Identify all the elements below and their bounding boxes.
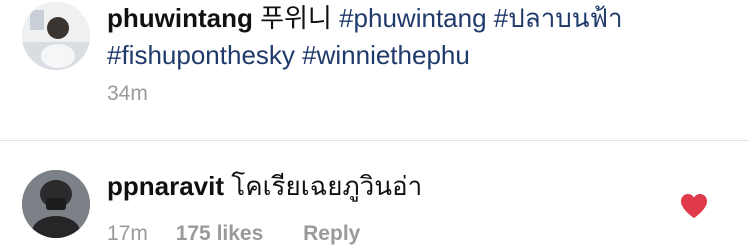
post-caption: phuwintang 푸위니 #phuwintang #ปลาบนฟ้า #fi…	[107, 0, 727, 74]
hashtag-link[interactable]: #ปลาบนฟ้า	[494, 3, 623, 33]
caption-text: 푸위니	[260, 3, 332, 33]
heart-icon[interactable]	[680, 193, 708, 219]
hashtag-link[interactable]: #phuwintang	[339, 3, 486, 33]
reply-button[interactable]: Reply	[303, 222, 360, 246]
hashtag-link[interactable]: #winniethephu	[302, 40, 470, 70]
post-author-username[interactable]: phuwintang	[107, 3, 253, 33]
avatar-photo-icon	[22, 2, 90, 70]
avatar-photo-icon	[22, 170, 90, 238]
commenter-avatar[interactable]	[22, 170, 90, 238]
comments-screen: phuwintang 푸위니 #phuwintang #ปลาบนฟ้า #fi…	[0, 0, 749, 249]
hashtag-link[interactable]: #fishuponthesky	[107, 40, 295, 70]
comment-body: ppnaravit โคเรียเฉยภูวินอ่า	[107, 168, 667, 205]
comment-timestamp: 17m	[107, 222, 148, 245]
comment-likes-count[interactable]: 175 likes	[176, 222, 264, 246]
commenter-username[interactable]: ppnaravit	[107, 171, 224, 201]
divider	[0, 140, 749, 141]
post-timestamp: 34m	[107, 82, 148, 105]
comment-text: โคเรียเฉยภูวินอ่า	[231, 171, 423, 201]
post-author-avatar[interactable]	[22, 2, 90, 70]
comment-meta: 17m 175 likes Reply	[107, 222, 360, 246]
